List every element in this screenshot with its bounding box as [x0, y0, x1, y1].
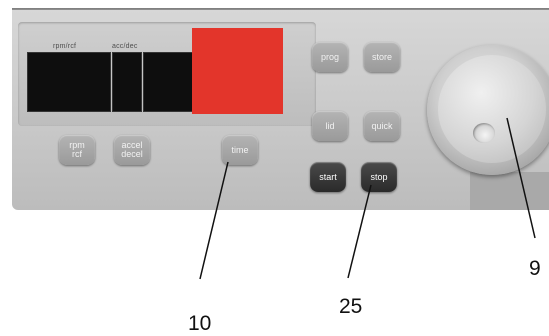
leader-line-time	[199, 161, 229, 280]
callout-knob: 9	[529, 257, 541, 280]
leader-line-knob	[506, 117, 536, 239]
callout-leader-lines	[199, 117, 536, 280]
callout-time: 10	[188, 312, 212, 335]
leader-line-stop	[347, 184, 372, 279]
callout-stop: 25	[339, 295, 363, 318]
